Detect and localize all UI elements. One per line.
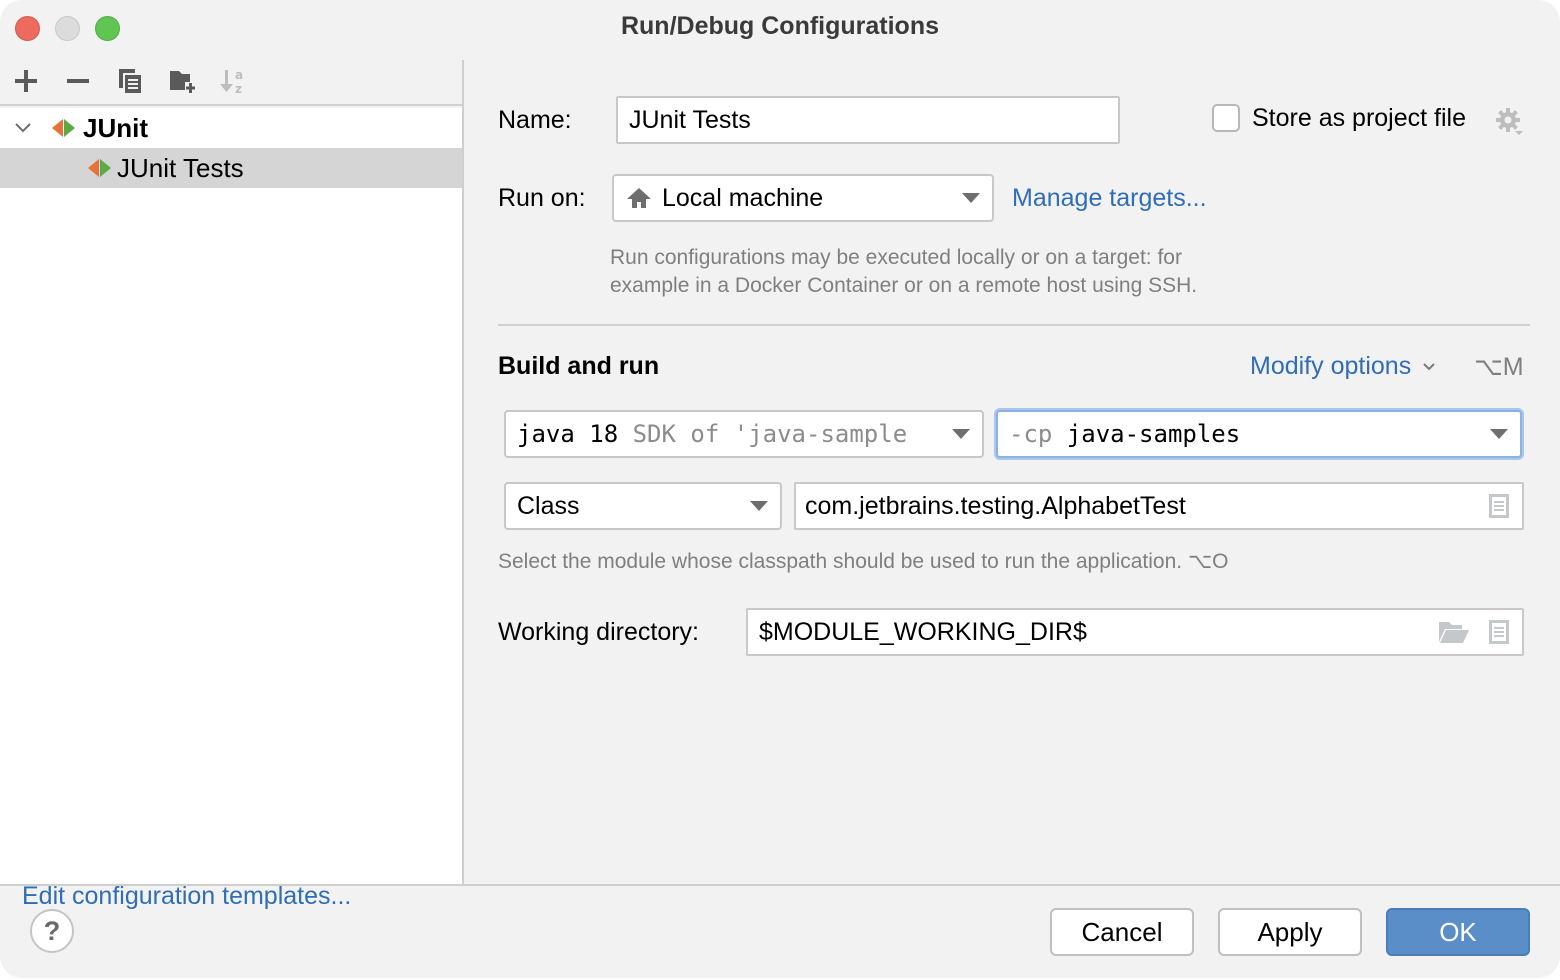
cancel-button[interactable]: Cancel bbox=[1050, 908, 1194, 956]
copy-configuration-button[interactable] bbox=[113, 64, 147, 98]
tree-item-junit-tests[interactable]: JUnit Tests bbox=[0, 148, 462, 188]
title-bar: Run/Debug Configurations bbox=[0, 0, 1560, 56]
run-on-hint-line2: example in a Docker Container or on a re… bbox=[610, 274, 1198, 297]
run-on-label: Run on: bbox=[498, 184, 586, 212]
configuration-editor: Name: JUnit Tests Store as project file … bbox=[464, 56, 1560, 884]
dropdown-arrow-icon bbox=[750, 501, 768, 511]
working-directory-label: Working directory: bbox=[498, 618, 699, 646]
tree-item-label: JUnit Tests bbox=[117, 152, 244, 183]
folder-add-icon bbox=[170, 71, 196, 93]
help-icon: ? bbox=[43, 915, 61, 946]
svg-text:z: z bbox=[235, 82, 242, 96]
manage-targets-link[interactable]: Manage targets... bbox=[1012, 184, 1207, 213]
classpath-module: java-samples bbox=[1066, 420, 1241, 448]
working-directory-field[interactable]: $MODULE_WORKING_DIR$ bbox=[746, 608, 1524, 656]
junit-icon bbox=[52, 119, 75, 137]
jre-hint: SDK of 'java-sample bbox=[632, 420, 908, 448]
run-on-dropdown[interactable]: Local machine bbox=[612, 174, 994, 222]
configurations-toolbar: az bbox=[0, 56, 462, 106]
classpath-value: -cp java-samples bbox=[998, 420, 1240, 448]
dropdown-arrow-icon bbox=[962, 193, 980, 203]
dropdown-arrow-icon bbox=[1490, 429, 1508, 439]
insert-macro-icon[interactable] bbox=[1488, 619, 1510, 645]
modify-options-label: Modify options bbox=[1250, 352, 1412, 380]
gear-icon[interactable] bbox=[1494, 106, 1524, 136]
home-icon bbox=[627, 188, 651, 208]
build-and-run-title: Build and run bbox=[498, 352, 660, 380]
module-hint: Select the module whose classpath should… bbox=[498, 550, 1229, 573]
test-kind-dropdown[interactable]: Class bbox=[504, 482, 782, 530]
window-title: Run/Debug Configurations bbox=[620, 12, 940, 40]
name-value: JUnit Tests bbox=[629, 105, 751, 134]
browse-document-icon[interactable] bbox=[1488, 493, 1510, 519]
working-directory-value: $MODULE_WORKING_DIR$ bbox=[759, 617, 1087, 646]
footer-divider bbox=[0, 884, 1560, 886]
remove-configuration-button[interactable] bbox=[61, 64, 95, 98]
apply-button[interactable]: Apply bbox=[1218, 908, 1362, 956]
name-field[interactable]: JUnit Tests bbox=[616, 96, 1120, 144]
store-as-project-file-checkbox[interactable] bbox=[1212, 104, 1240, 132]
run-on-value: Local machine bbox=[662, 183, 824, 212]
name-label: Name: bbox=[498, 106, 572, 134]
jre-value: java 18 SDK of 'java-sample bbox=[506, 420, 947, 448]
copy-icon bbox=[119, 69, 141, 93]
classpath-prefix: -cp bbox=[1009, 420, 1053, 448]
tree-group-junit[interactable]: JUnit bbox=[0, 108, 462, 148]
minus-icon bbox=[67, 79, 89, 83]
add-configuration-button[interactable] bbox=[9, 64, 43, 98]
chevron-down-icon[interactable] bbox=[14, 122, 32, 134]
dropdown-arrow-icon bbox=[952, 429, 970, 439]
section-divider bbox=[498, 324, 1530, 326]
jre-version: java 18 bbox=[517, 420, 619, 448]
help-button[interactable]: ? bbox=[30, 909, 74, 953]
jre-dropdown[interactable]: java 18 SDK of 'java-sample bbox=[504, 410, 984, 458]
modify-options-link[interactable]: Modify options bbox=[1250, 352, 1436, 381]
run-debug-configurations-dialog: Run/Debug Configurations az JUnit JUnit … bbox=[0, 0, 1560, 978]
run-on-hint-line1: Run configurations may be executed local… bbox=[610, 246, 1182, 269]
store-as-project-file-label[interactable]: Store as project file bbox=[1252, 104, 1466, 133]
chevron-down-icon bbox=[1423, 363, 1435, 371]
new-folder-button[interactable] bbox=[166, 64, 200, 98]
classpath-module-dropdown[interactable]: -cp java-samples bbox=[996, 410, 1522, 458]
test-kind-value: Class bbox=[517, 491, 580, 520]
junit-icon bbox=[88, 159, 111, 177]
modify-options-shortcut: ⌥M bbox=[1474, 353, 1524, 381]
edit-configuration-templates-link[interactable]: Edit configuration templates... bbox=[22, 882, 351, 911]
tree-group-label: JUnit bbox=[83, 112, 148, 143]
configurations-tree: JUnit JUnit Tests Edit configuration tem… bbox=[0, 108, 462, 910]
class-field[interactable]: com.jetbrains.testing.AlphabetTest bbox=[794, 482, 1524, 530]
folder-open-icon[interactable] bbox=[1438, 620, 1470, 644]
class-value: com.jetbrains.testing.AlphabetTest bbox=[805, 491, 1186, 520]
configurations-panel: az JUnit JUnit Tests Edit configuration … bbox=[0, 56, 462, 910]
svg-text:a: a bbox=[235, 68, 243, 82]
sort-configurations-button[interactable]: az bbox=[216, 64, 250, 98]
sort-alphabetically-icon: az bbox=[220, 68, 243, 96]
plus-icon bbox=[15, 70, 37, 92]
ok-button[interactable]: OK bbox=[1386, 908, 1530, 956]
